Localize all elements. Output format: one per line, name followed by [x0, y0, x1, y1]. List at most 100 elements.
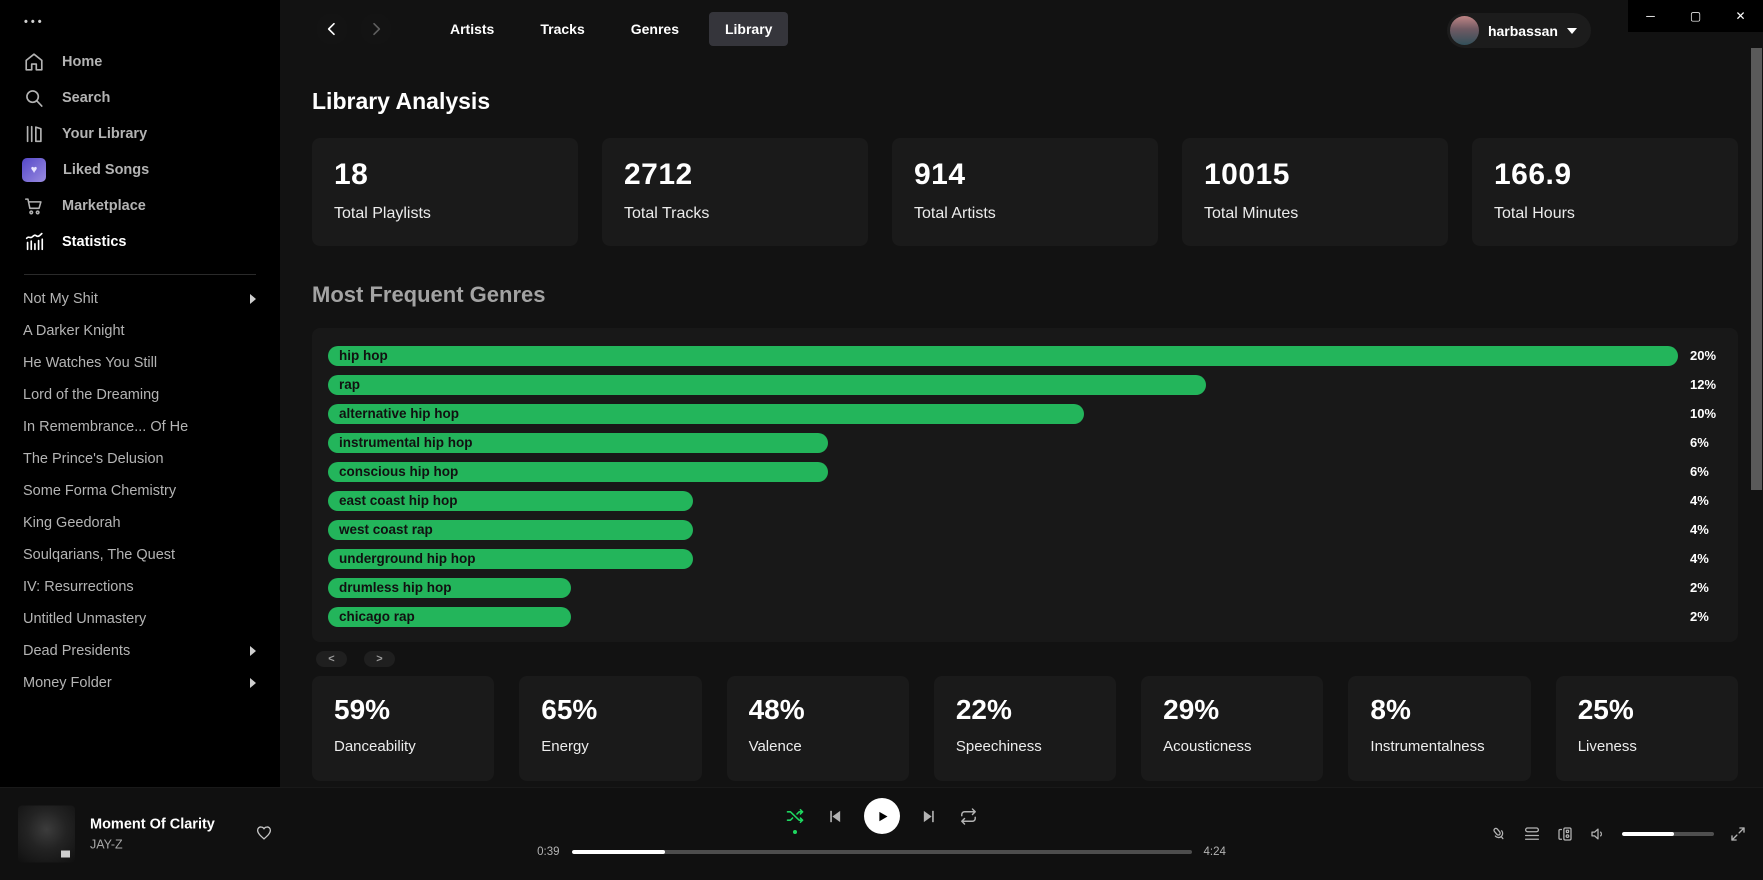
microphone-icon	[1490, 825, 1508, 843]
album-art[interactable]	[18, 806, 75, 863]
sidebar-item-marketplace[interactable]: Marketplace	[0, 188, 280, 224]
genre-bar[interactable]: east coast hip hop	[328, 491, 693, 511]
repeat-button[interactable]	[959, 807, 978, 826]
sidebar-item-search[interactable]: Search	[0, 80, 280, 116]
elapsed-time: 0:39	[532, 846, 560, 858]
shuffle-button[interactable]	[785, 806, 805, 826]
stat-value: 18	[334, 158, 556, 192]
stat-card: 2712 Total Tracks	[602, 138, 868, 246]
player-controls	[522, 796, 1242, 836]
playlist-item[interactable]: Lord of the Dreaming	[0, 379, 280, 411]
tab-tracks[interactable]: Tracks	[524, 12, 600, 46]
previous-button[interactable]	[826, 808, 843, 825]
window-controls: ─ ▢ ✕	[1628, 0, 1763, 32]
playlist-item[interactable]: Money Folder	[0, 667, 280, 699]
fullscreen-button[interactable]	[1729, 825, 1747, 843]
device-icon	[1556, 825, 1574, 843]
playlist-item[interactable]: In Remembrance... Of He	[0, 411, 280, 443]
genre-bar[interactable]: chicago rap	[328, 607, 571, 627]
playlist-item[interactable]: He Watches You Still	[0, 347, 280, 379]
feature-label: Liveness	[1578, 738, 1716, 755]
tab-library[interactable]: Library	[709, 12, 788, 46]
track-title[interactable]: Moment Of Clarity	[90, 817, 215, 833]
stat-label: Total Tracks	[624, 205, 846, 223]
sidebar-item-home[interactable]: Home	[0, 44, 280, 80]
track-artist[interactable]: JAY-Z	[90, 838, 215, 852]
genre-label: hip hop	[339, 348, 388, 363]
stat-value: 914	[914, 158, 1136, 192]
genre-percent: 20%	[1690, 348, 1716, 363]
page-next-button[interactable]: >	[364, 651, 395, 667]
genre-bar[interactable]: instrumental hip hop	[328, 433, 828, 453]
connect-device-button[interactable]	[1556, 825, 1574, 843]
genre-label: east coast hip hop	[339, 493, 458, 508]
playlist-item[interactable]: Untitled Unmastery	[0, 603, 280, 635]
sidebar-item-label: Your Library	[62, 126, 147, 142]
sidebar-item-label: Statistics	[62, 234, 126, 250]
lyrics-button[interactable]	[1490, 825, 1508, 843]
stat-value: 2712	[624, 158, 846, 192]
tab-artists[interactable]: Artists	[434, 12, 510, 46]
playlist-item[interactable]: Dead Presidents	[0, 635, 280, 667]
genre-bar[interactable]: alternative hip hop	[328, 404, 1084, 424]
playlist-item[interactable]: A Darker Knight	[0, 315, 280, 347]
stat-card: 166.9Total Hours	[1472, 138, 1738, 246]
user-menu[interactable]: harbassan	[1447, 13, 1591, 48]
queue-button[interactable]	[1523, 825, 1541, 843]
scrollbar-thumb[interactable]	[1751, 48, 1762, 490]
feature-value: 48%	[749, 694, 887, 726]
genre-label: west coast rap	[339, 522, 433, 537]
sidebar-item-statistics[interactable]: Statistics	[0, 224, 280, 260]
stat-card: 18 Total Playlists	[312, 138, 578, 246]
like-button[interactable]	[255, 824, 273, 845]
progress-bar[interactable]	[572, 850, 1192, 854]
app-menu-icon[interactable]: •••	[0, 12, 280, 34]
playlist-item[interactable]: Some Forma Chemistry	[0, 475, 280, 507]
genre-bar[interactable]: hip hop	[328, 346, 1678, 366]
playlist-item[interactable]: Soulqarians, The Quest	[0, 539, 280, 571]
genre-bar[interactable]: conscious hip hop	[328, 462, 828, 482]
genre-bar[interactable]: drumless hip hop	[328, 578, 571, 598]
now-playing: Moment Of Clarity JAY-Z	[18, 806, 273, 863]
volume-slider[interactable]	[1622, 832, 1714, 836]
playlist-item[interactable]: IV: Resurrections	[0, 571, 280, 603]
genre-bar[interactable]: underground hip hop	[328, 549, 693, 569]
next-button[interactable]	[921, 808, 938, 825]
playlist-item[interactable]: The Prince's Delusion	[0, 443, 280, 475]
playlist-label: Dead Presidents	[23, 643, 130, 659]
genre-bar-row: chicago rap2%	[328, 602, 1722, 631]
playlist-item[interactable]: King Geedorah	[0, 507, 280, 539]
back-button[interactable]	[316, 13, 348, 45]
stat-card: 914Total Artists	[892, 138, 1158, 246]
genre-percent: 6%	[1690, 435, 1709, 450]
maximize-button[interactable]: ▢	[1673, 0, 1718, 32]
sidebar-item-liked-songs[interactable]: ♥ Liked Songs	[0, 152, 280, 188]
library-analysis-page: Library Analysis 18Total Playlists 2712T…	[280, 88, 1763, 781]
stat-label: Total Playlists	[334, 205, 556, 223]
feature-value: 25%	[1578, 694, 1716, 726]
playlist-item[interactable]: Not My Shit	[0, 283, 280, 315]
progress-row: 0:39 4:24	[522, 846, 1242, 858]
forward-button[interactable]	[360, 13, 392, 45]
genre-percent: 4%	[1690, 551, 1709, 566]
genre-bar[interactable]: west coast rap	[328, 520, 693, 540]
page-prev-button[interactable]: <	[316, 651, 347, 667]
sidebar-item-label: Search	[62, 90, 110, 106]
play-button[interactable]	[864, 798, 900, 834]
sidebar-item-your-library[interactable]: Your Library	[0, 116, 280, 152]
genre-percent: 4%	[1690, 522, 1709, 537]
progress-fill	[572, 850, 665, 854]
volume-button[interactable]	[1589, 825, 1607, 843]
genre-percent: 12%	[1690, 377, 1716, 392]
speaker-icon	[1589, 825, 1607, 843]
tab-genres[interactable]: Genres	[615, 12, 695, 46]
genre-bar[interactable]: rap	[328, 375, 1206, 395]
stats-tabs: Artists Tracks Genres Library	[434, 12, 788, 46]
stat-label: Total Minutes	[1204, 205, 1426, 223]
minimize-button[interactable]: ─	[1628, 0, 1673, 32]
genre-bar-row: west coast rap 4%	[328, 515, 1722, 544]
genre-bar-row: conscious hip hop6%	[328, 457, 1722, 486]
player-right	[1490, 825, 1747, 843]
genre-label: conscious hip hop	[339, 464, 458, 479]
close-button[interactable]: ✕	[1718, 0, 1763, 32]
